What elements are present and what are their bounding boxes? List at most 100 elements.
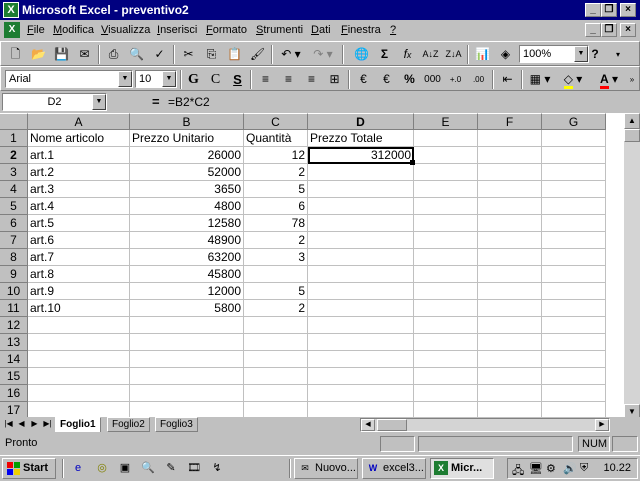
next-sheet-icon[interactable]: ▶ <box>28 418 41 432</box>
indent-icon[interactable]: ⇤ <box>497 70 518 89</box>
doc-close-button[interactable]: × <box>620 23 636 37</box>
restore-button[interactable]: ❐ <box>601 3 617 17</box>
cell-e5[interactable] <box>414 198 478 215</box>
bold-button[interactable]: G <box>183 70 204 89</box>
network-icon[interactable]: 🖧 <box>512 462 524 481</box>
cell-b15[interactable] <box>130 368 244 385</box>
cell-d3[interactable] <box>308 164 414 181</box>
column-header-g[interactable]: G <box>542 113 606 130</box>
cell-b2[interactable]: 26000 <box>130 147 244 164</box>
align-left-icon[interactable]: ≡ <box>255 70 276 89</box>
cell-e1[interactable] <box>414 130 478 147</box>
cell-f6[interactable] <box>478 215 542 232</box>
select-all-corner[interactable] <box>0 113 28 130</box>
cell-b11[interactable]: 5800 <box>130 300 244 317</box>
tab-foglio3[interactable]: Foglio3 <box>155 417 198 432</box>
cell-a7[interactable]: art.6 <box>28 232 130 249</box>
cell-g9[interactable] <box>542 266 606 283</box>
cell-c9[interactable] <box>244 266 308 283</box>
cell-g7[interactable] <box>542 232 606 249</box>
cell-d1[interactable]: Prezzo Totale <box>308 130 414 147</box>
thousands-button[interactable]: 000 <box>422 70 443 89</box>
menu-modifica[interactable]: Modifica <box>53 23 94 37</box>
internet-explorer-icon[interactable]: e <box>70 460 86 476</box>
italic-button[interactable]: C <box>205 70 226 89</box>
cell-c7[interactable]: 2 <box>244 232 308 249</box>
autosum-icon[interactable]: Σ <box>374 45 395 64</box>
cell-c14[interactable] <box>244 351 308 368</box>
cell-d5[interactable] <box>308 198 414 215</box>
horizontal-scrollbar[interactable]: ◀ ▶ <box>360 418 610 432</box>
cell-a6[interactable]: art.5 <box>28 215 130 232</box>
scheduler-icon[interactable]: ⚙ <box>546 462 556 475</box>
cell-e16[interactable] <box>414 385 478 402</box>
cell-e6[interactable] <box>414 215 478 232</box>
row-header-15[interactable]: 15 <box>0 368 28 385</box>
scroll-thumb[interactable] <box>624 129 640 142</box>
cell-g14[interactable] <box>542 351 606 368</box>
cell-g4[interactable] <box>542 181 606 198</box>
cell-a8[interactable]: art.7 <box>28 249 130 266</box>
function-icon[interactable]: fx <box>397 45 418 64</box>
new-document-icon[interactable]: 🗋 <box>5 45 26 64</box>
cell-f5[interactable] <box>478 198 542 215</box>
fill-color-icon[interactable]: ◇ ▾ <box>557 70 589 89</box>
cell-a16[interactable] <box>28 385 130 402</box>
cell-g5[interactable] <box>542 198 606 215</box>
cell-b6[interactable]: 12580 <box>130 215 244 232</box>
menu-visualizza[interactable]: Visualizza <box>101 23 150 37</box>
last-sheet-icon[interactable]: ▶| <box>41 418 54 432</box>
cell-f11[interactable] <box>478 300 542 317</box>
cell-e13[interactable] <box>414 334 478 351</box>
percent-button[interactable]: % <box>399 70 420 89</box>
cell-b3[interactable]: 52000 <box>130 164 244 181</box>
row-header-16[interactable]: 16 <box>0 385 28 402</box>
cell-e4[interactable] <box>414 181 478 198</box>
cell-b14[interactable] <box>130 351 244 368</box>
menu-help[interactable]: ? <box>390 23 396 37</box>
more-buttons-icon[interactable]: ▾ <box>611 45 625 64</box>
cell-d16[interactable] <box>308 385 414 402</box>
cell-a9[interactable]: art.8 <box>28 266 130 283</box>
cell-e12[interactable] <box>414 317 478 334</box>
cell-a14[interactable] <box>28 351 130 368</box>
font-select[interactable]: Arial ▼ <box>5 70 133 88</box>
print-preview-icon[interactable]: 🔍 <box>126 45 147 64</box>
print-icon[interactable]: ⎙ <box>103 45 124 64</box>
row-header-14[interactable]: 14 <box>0 351 28 368</box>
volume-icon[interactable]: 🔊 <box>563 462 577 475</box>
close-button[interactable]: × <box>620 3 636 17</box>
cell-c1[interactable]: Quantità <box>244 130 308 147</box>
minimize-button[interactable]: _ <box>585 3 601 17</box>
cell-g11[interactable] <box>542 300 606 317</box>
cell-e7[interactable] <box>414 232 478 249</box>
notepad-icon[interactable]: ✎ <box>163 460 179 476</box>
menu-file[interactable]: File <box>27 23 45 37</box>
cell-c8[interactable]: 3 <box>244 249 308 266</box>
cell-c4[interactable]: 5 <box>244 181 308 198</box>
prev-sheet-icon[interactable]: ◀ <box>15 418 28 432</box>
cell-a10[interactable]: art.9 <box>28 283 130 300</box>
cell-b8[interactable]: 63200 <box>130 249 244 266</box>
open-folder-icon[interactable]: 📂 <box>28 45 49 64</box>
cell-a11[interactable]: art.10 <box>28 300 130 317</box>
help-icon[interactable]: ? <box>581 45 609 64</box>
align-right-icon[interactable]: ≡ <box>301 70 322 89</box>
workbook-icon[interactable]: X <box>4 22 20 38</box>
antivirus-icon[interactable]: ⛨ <box>580 462 588 475</box>
save-icon[interactable]: 💾 <box>51 45 72 64</box>
row-header-17[interactable]: 17 <box>0 402 28 417</box>
cell-g1[interactable] <box>542 130 606 147</box>
cell-c12[interactable] <box>244 317 308 334</box>
row-header-7[interactable]: 7 <box>0 232 28 249</box>
chevron-down-icon[interactable]: ▼ <box>118 71 132 87</box>
row-header-12[interactable]: 12 <box>0 317 28 334</box>
cell-a3[interactable]: art.2 <box>28 164 130 181</box>
cell-b9[interactable]: 45800 <box>130 266 244 283</box>
doc-minimize-button[interactable]: _ <box>585 23 601 37</box>
euro-icon[interactable]: € <box>353 70 374 89</box>
name-box[interactable]: D2 ▼ <box>2 93 107 111</box>
clock[interactable]: 10.22 <box>603 462 631 474</box>
decrease-decimal-icon[interactable]: .00 <box>468 70 489 89</box>
desktop-icon[interactable]: ▣ <box>117 460 133 476</box>
